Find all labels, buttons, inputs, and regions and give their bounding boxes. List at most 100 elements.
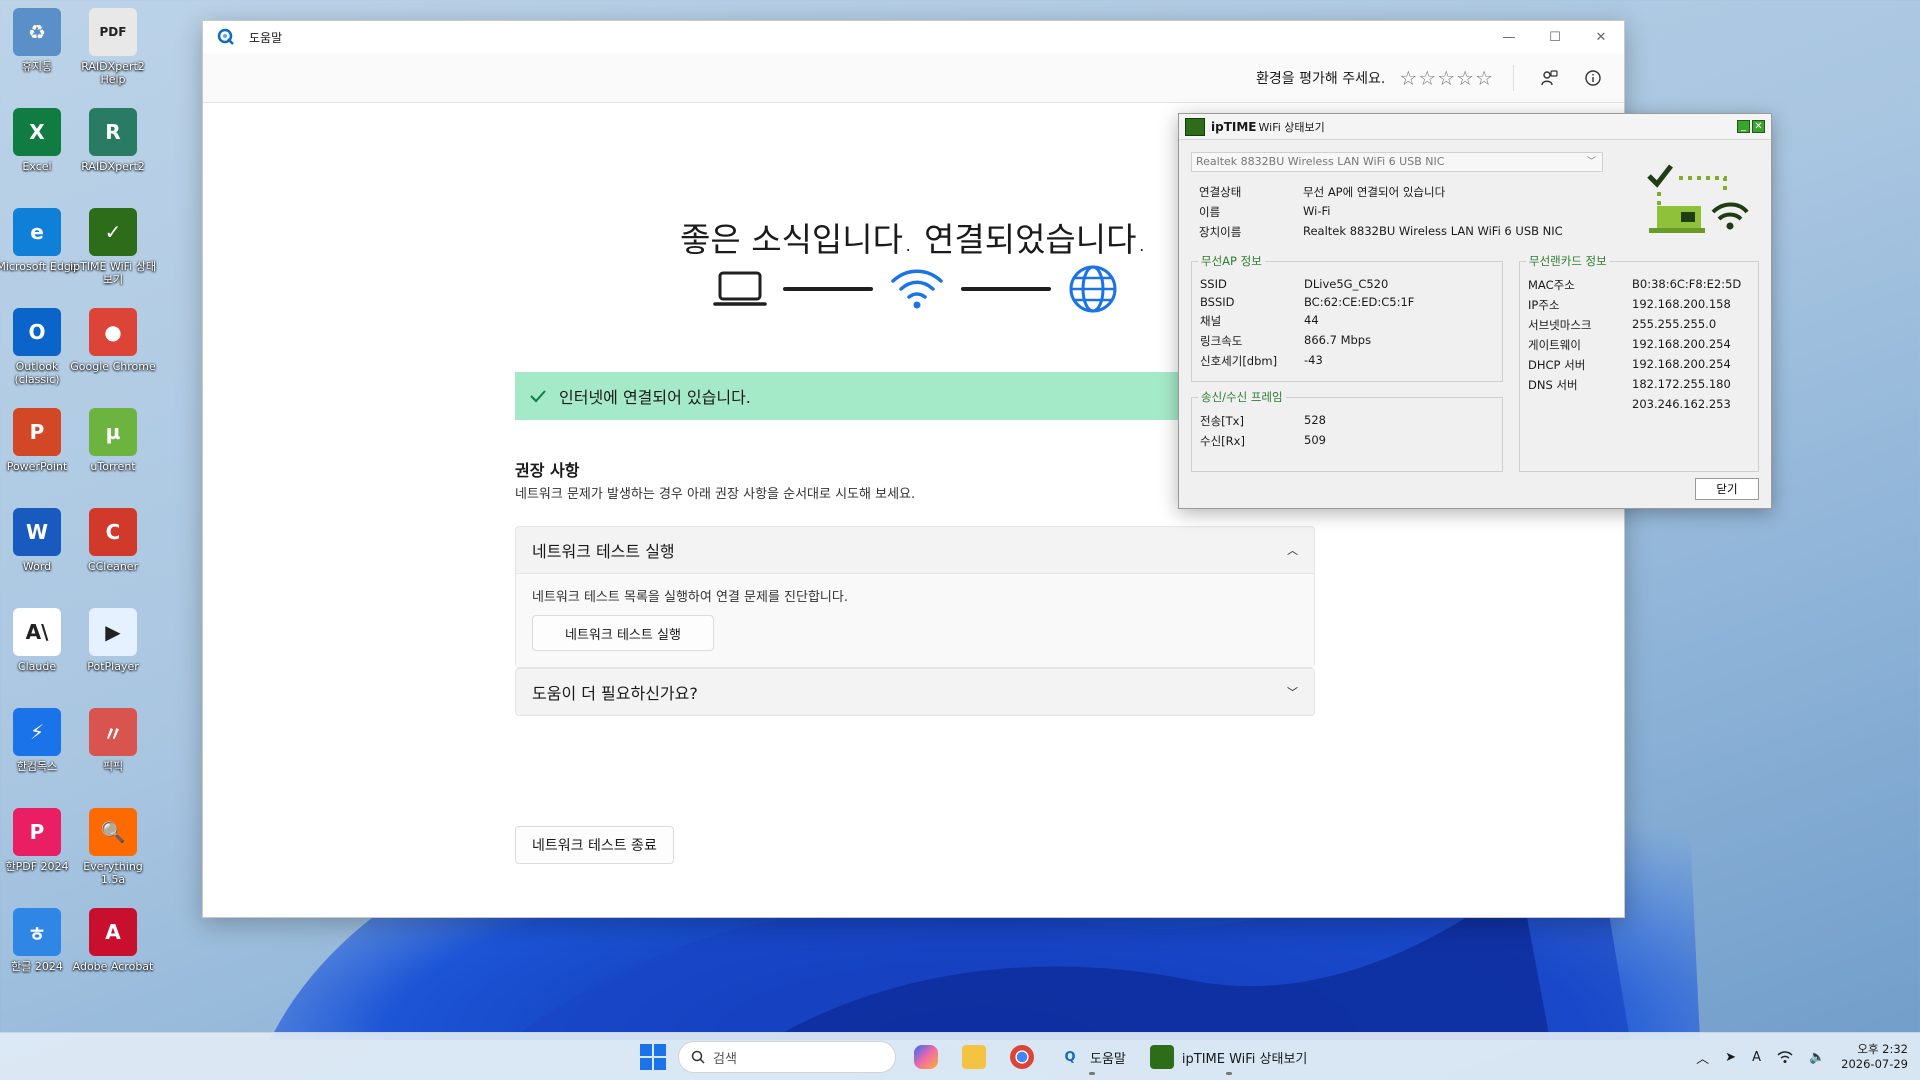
taskbar-search[interactable]: 검색	[678, 1041, 896, 1073]
card-info: MAC주소 B0:38:6C:F8:E2:5D IP주소 192.168.200.15…	[1528, 277, 1741, 411]
desktop-icon[interactable]: R RAIDXpert2	[70, 108, 156, 173]
info-label: 수신[Rx]	[1200, 434, 1245, 448]
app-icon: e	[13, 208, 61, 256]
iptime-close-button[interactable]: 닫기	[1695, 478, 1759, 500]
desktop-icon[interactable]: PDF RAIDXpert2 Help	[70, 8, 156, 86]
desktop-icon[interactable]: ▶ PotPlayer	[70, 608, 156, 673]
desktop-icon[interactable]: P PowerPoint	[0, 408, 80, 473]
chevron-down-icon: ﹀	[1287, 686, 1298, 699]
iptime-logo-icon	[1149, 1045, 1174, 1069]
desktop-icon-label: Excel	[22, 160, 52, 173]
chevron-up-icon[interactable]: ︿	[1696, 1048, 1709, 1067]
desktop-icon[interactable]: P 한PDF 2024	[0, 808, 80, 873]
star-icon[interactable]: ☆	[1456, 68, 1474, 88]
accordion-header-more-help[interactable]: 도움이 더 필요하신가요? ﹀	[516, 669, 1314, 715]
iptime-minimize-button[interactable]: _	[1737, 120, 1750, 133]
star-icon[interactable]: ☆	[1475, 68, 1493, 88]
desktop-icon[interactable]: ㅎ 한글 2024	[0, 908, 80, 973]
clock[interactable]: 오후 2:32 2026-07-29	[1841, 1042, 1908, 1072]
windows-logo-icon	[640, 1044, 652, 1056]
info-label: 서브넷마스크	[1528, 318, 1592, 332]
taskbar: 검색 Q 도움말 ipTIME WiFi 상태보기 ︿ ➤ A 🔈 오후 2:3…	[0, 1032, 1920, 1080]
adapter-select-value: Realtek 8832BU Wireless LAN WiFi 6 USB N…	[1196, 155, 1445, 168]
desktop-icon[interactable]: A\ Claude	[0, 608, 80, 673]
star-icon[interactable]: ☆	[1418, 68, 1436, 88]
desktop-icon-label: CCleaner	[87, 560, 139, 573]
accordion-more-help: 도움이 더 필요하신가요? ﹀	[515, 668, 1315, 716]
desktop-icon[interactable]: µ uTorrent	[70, 408, 156, 473]
feedback-button[interactable]	[1534, 63, 1564, 93]
info-value: 192.168.200.158	[1632, 297, 1731, 311]
globe-icon	[1069, 265, 1117, 313]
info-value: 528	[1304, 413, 1326, 427]
taskbar-chrome[interactable]	[1004, 1037, 1040, 1077]
accordion-title: 도움이 더 필요하신가요?	[532, 684, 698, 703]
windows-logo-icon	[654, 1058, 666, 1070]
info-value: DLive5G_C520	[1304, 277, 1389, 291]
clock-date: 2026-07-29	[1841, 1057, 1908, 1071]
taskbar-help[interactable]: Q 도움말	[1052, 1037, 1132, 1077]
desktop-icon[interactable]: ✓ ipTIME WiFi 상태보기	[70, 208, 156, 286]
info-label: BSSID	[1200, 295, 1235, 309]
run-network-test-button[interactable]: 네트워크 테스트 실행	[532, 615, 714, 651]
star-icon[interactable]: ☆	[1399, 68, 1417, 88]
taskbar-file-explorer[interactable]	[956, 1037, 992, 1077]
checkmark-icon	[530, 390, 546, 403]
taskbar-iptime[interactable]: ipTIME WiFi 상태보기	[1144, 1037, 1314, 1077]
maximize-button[interactable]: ☐	[1532, 21, 1578, 53]
info-label: DNS 서버	[1528, 378, 1578, 392]
search-placeholder: 검색	[713, 1051, 737, 1067]
desktop-icon[interactable]: ♻ 휴지통	[0, 8, 80, 73]
taskbar-copilot[interactable]	[908, 1037, 944, 1077]
star-icon[interactable]: ☆	[1437, 68, 1455, 88]
desktop-icon-label: 한컴독스	[16, 760, 58, 773]
taskbar-center: 검색 Q 도움말 ipTIME WiFi 상태보기	[640, 1033, 1313, 1080]
adapter-select[interactable]: Realtek 8832BU Wireless LAN WiFi 6 USB N…	[1191, 152, 1603, 172]
desktop-icon-label: 한글 2024	[11, 960, 63, 973]
info-value: 203.246.162.253	[1632, 397, 1731, 411]
desktop-icon[interactable]: e Microsoft Edge	[0, 208, 80, 273]
app-icon: W	[13, 508, 61, 556]
card-info-group-title: 무선랜카드 정보	[1526, 253, 1610, 269]
app-icon: ♻	[13, 8, 61, 56]
desktop-icon[interactable]: 〃 픽픽	[70, 708, 156, 773]
app-icon: R	[89, 108, 137, 156]
desktop-icon-label: uTorrent	[90, 460, 136, 473]
desktop-icon[interactable]: ● Google Chrome	[70, 308, 156, 373]
end-network-test-button[interactable]: 네트워크 테스트 종료	[515, 826, 674, 864]
info-label: 링크속도	[1200, 334, 1243, 348]
location-arrow-icon[interactable]: ➤	[1725, 1050, 1736, 1065]
wifi-tray-icon[interactable]	[1777, 1050, 1793, 1064]
info-button[interactable]	[1578, 63, 1608, 93]
desktop-icon[interactable]: O Outlook (classic)	[0, 308, 80, 386]
ap-info: SSID DLive5G_C520 BSSID BC:62:CE:ED:C5:1F 채널…	[1200, 277, 1414, 369]
recommendations-subtitle: 네트워크 문제가 발생하는 경우 아래 권장 사항을 순서대로 시도해 보세요.	[515, 487, 916, 502]
help-app-icon: Q	[1064, 1049, 1076, 1065]
desktop-icon[interactable]: 🔍 Everything 1.5a	[70, 808, 156, 886]
desktop-icon[interactable]: C CCleaner	[70, 508, 156, 573]
desktop-icon[interactable]: X Excel	[0, 108, 80, 173]
app-icon: ▶	[89, 608, 137, 656]
accordion-header-network-test[interactable]: 네트워크 테스트 실행 ︿	[516, 527, 1314, 573]
desktop-icon-label: Outlook (classic)	[14, 360, 60, 386]
desktop-icon[interactable]: ⚡ 한컴독스	[0, 708, 80, 773]
close-button[interactable]: ✕	[1578, 21, 1624, 53]
desktop-icon[interactable]: W Word	[0, 508, 80, 573]
info-label: 이름	[1199, 205, 1221, 219]
info-label: 게이트웨이	[1528, 338, 1581, 352]
volume-icon[interactable]: 🔈	[1809, 1050, 1825, 1065]
taskbar-help-label: 도움말	[1090, 1051, 1126, 1067]
desktop-icon-label: 휴지통	[21, 60, 53, 73]
app-icon: A	[89, 908, 137, 956]
start-button[interactable]	[640, 1044, 666, 1070]
desktop-icon[interactable]: A Adobe Acrobat	[70, 908, 156, 973]
clock-time: 오후 2:32	[1857, 1042, 1908, 1056]
accordion-title: 네트워크 테스트 실행	[532, 542, 675, 561]
running-indicator	[1088, 1072, 1095, 1075]
ime-mode-icon[interactable]: A	[1752, 1050, 1761, 1065]
iptime-close-icon-button[interactable]: ✕	[1752, 120, 1765, 133]
iptime-title: WiFi 상태보기	[1258, 120, 1325, 134]
info-value: B0:38:6C:F8:E2:5D	[1632, 277, 1742, 291]
minimize-button[interactable]: —	[1486, 21, 1532, 53]
info-value: BC:62:CE:ED:C5:1F	[1304, 295, 1415, 309]
